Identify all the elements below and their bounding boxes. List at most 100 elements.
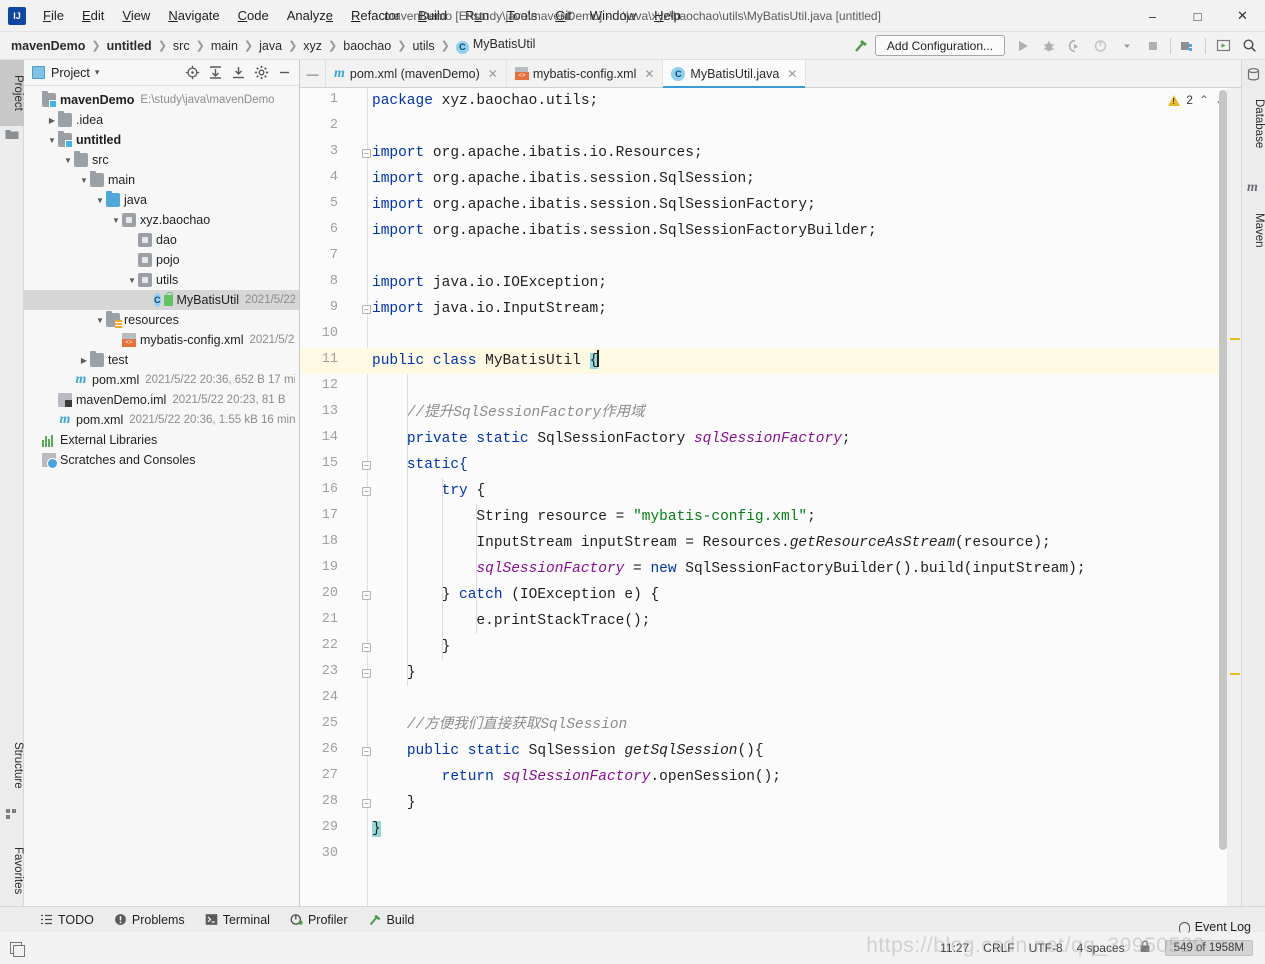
inspection-marker-strip[interactable]: [1227, 88, 1241, 910]
tree-node-pom1[interactable]: m pom.xml 2021/5/22 20:36, 652 B 17 minute…: [24, 370, 299, 390]
breadcrumb-untitled[interactable]: untitled: [104, 37, 155, 55]
sidebar-item-favorites[interactable]: Favorites: [0, 832, 24, 910]
close-icon[interactable]: ✕: [644, 67, 654, 81]
menu-build[interactable]: Build: [409, 4, 456, 27]
close-icon[interactable]: ✕: [488, 67, 498, 81]
tree-node-utils[interactable]: ▼ utils: [24, 270, 299, 290]
marker-warning[interactable]: [1230, 673, 1240, 675]
expand-arrow-icon[interactable]: ▼: [110, 216, 122, 225]
expand-all-icon[interactable]: [204, 62, 226, 84]
tree-node-mybatisconfig[interactable]: mybatis-config.xml 2021/5/22 20:47, 905: [24, 330, 299, 350]
debug-icon[interactable]: [1037, 35, 1061, 57]
breadcrumb-main[interactable]: main: [208, 37, 241, 55]
tree-node-extlibs[interactable]: External Libraries: [24, 430, 299, 450]
hide-panel-icon[interactable]: [273, 62, 295, 84]
close-button[interactable]: ✕: [1220, 0, 1265, 32]
build-hammer-icon[interactable]: [849, 35, 873, 57]
tree-node-java[interactable]: ▼ java: [24, 190, 299, 210]
editor-gutter[interactable]: 1 2 3−4 5 6 7 8 9−10 11 12 13 14 15−16−17 18 19 20−21 22…: [300, 88, 371, 910]
tree-node-untitled[interactable]: ▼ untitled: [24, 130, 299, 150]
tree-node-test[interactable]: ▶ test: [24, 350, 299, 370]
tree-node-pom2[interactable]: m pom.xml 2021/5/22 20:36, 1.55 kB 16 minu…: [24, 410, 299, 430]
code-text[interactable]: package xyz.baochao.utils; import org.apa…: [368, 88, 1241, 910]
tabs-collapse-icon[interactable]: —: [300, 60, 326, 87]
sidebar-item-maven[interactable]: Maven: [1241, 200, 1265, 260]
settings-gear-icon[interactable]: [250, 62, 272, 84]
minimize-button[interactable]: –: [1130, 0, 1175, 32]
chevron-down-icon[interactable]: ▾: [95, 67, 100, 78]
tab-mybatisutil-java[interactable]: C MyBatisUtil.java ✕: [663, 60, 807, 88]
sidebar-item-database[interactable]: Database: [1241, 86, 1265, 162]
code-editor[interactable]: 1 2 3−4 5 6 7 8 9−10 11 12 13 14 15−16−17 18 19 20−21 22…: [300, 88, 1241, 910]
search-icon[interactable]: [1237, 35, 1261, 57]
breadcrumb-MyBatisUtil[interactable]: C MyBatisUtil: [453, 35, 539, 56]
tool-window-problems[interactable]: Problems: [104, 910, 195, 930]
run-button[interactable]: [1011, 35, 1035, 57]
maximize-button[interactable]: □: [1175, 0, 1220, 32]
breadcrumb-mavenDemo[interactable]: mavenDemo: [8, 37, 88, 55]
profiler-icon[interactable]: [1089, 35, 1113, 57]
tree-node-main[interactable]: ▼ main: [24, 170, 299, 190]
editor-scrollbar[interactable]: [1219, 90, 1227, 850]
tree-node-scratches[interactable]: Scratches and Consoles: [24, 450, 299, 470]
memory-indicator[interactable]: 549 of 1958M: [1164, 940, 1253, 956]
expand-arrow-icon[interactable]: ▼: [126, 276, 138, 285]
tree-node-mybatisutil[interactable]: C MyBatisUtil 2021/5/22 20:57, 900 B: [24, 290, 299, 310]
menu-file[interactable]: File: [34, 4, 73, 27]
menu-navigate[interactable]: Navigate: [159, 4, 228, 27]
menu-run[interactable]: Run: [456, 4, 498, 27]
breadcrumb-baochao[interactable]: baochao: [340, 37, 394, 55]
menu-code[interactable]: Code: [229, 4, 278, 27]
tree-node-xyzbaochao[interactable]: ▼ xyz.baochao: [24, 210, 299, 230]
tab-pom-xml[interactable]: m pom.xml (mavenDemo) ✕: [326, 60, 507, 87]
tree-node-src[interactable]: ▼ src: [24, 150, 299, 170]
breadcrumb-xyz[interactable]: xyz: [300, 37, 325, 55]
close-icon[interactable]: ✕: [787, 67, 797, 81]
menu-analyze[interactable]: Analyze: [278, 4, 342, 27]
event-log-button[interactable]: Event Log: [1178, 920, 1251, 934]
expand-arrow-icon[interactable]: ▼: [94, 196, 106, 205]
toggle-toolwindows-icon[interactable]: [10, 942, 25, 957]
tree-node-iml[interactable]: mavenDemo.iml 2021/5/22 20:23, 81 B: [24, 390, 299, 410]
menu-view[interactable]: View: [113, 4, 159, 27]
menu-refactor[interactable]: Refactor: [342, 4, 409, 27]
status-line-separator[interactable]: CRLF: [983, 941, 1014, 955]
expand-arrow-icon[interactable]: ▼: [46, 136, 58, 145]
tree-node-dao[interactable]: dao: [24, 230, 299, 250]
menu-window[interactable]: Window: [581, 4, 645, 27]
sidebar-item-project[interactable]: Project: [0, 60, 24, 126]
expand-arrow-icon[interactable]: ▼: [94, 316, 106, 325]
profiler-dropdown-icon[interactable]: [1115, 35, 1139, 57]
menu-help[interactable]: Help: [645, 4, 690, 27]
marker-warning[interactable]: [1230, 338, 1240, 340]
tool-window-todo[interactable]: TODO: [30, 910, 104, 930]
run-anything-icon[interactable]: [1211, 35, 1235, 57]
lock-icon[interactable]: [1139, 940, 1151, 956]
tree-node-mavenDemo[interactable]: mavenDemo E:\study\java\mavenDemo: [24, 90, 299, 110]
locate-icon[interactable]: [181, 62, 203, 84]
menu-tools[interactable]: Tools: [498, 4, 546, 27]
add-configuration-button[interactable]: Add Configuration...: [874, 35, 1005, 56]
expand-arrow-icon[interactable]: ▼: [62, 156, 74, 165]
tree-node-idea[interactable]: ▶ .idea: [24, 110, 299, 130]
tool-window-terminal[interactable]: Terminal: [195, 910, 280, 930]
menu-git[interactable]: Git: [546, 4, 581, 27]
run-with-coverage-icon[interactable]: [1063, 35, 1087, 57]
collapse-arrow-icon[interactable]: ▶: [78, 356, 90, 365]
breadcrumb-java[interactable]: java: [256, 37, 285, 55]
stop-button[interactable]: [1141, 35, 1165, 57]
tab-mybatis-config-xml[interactable]: mybatis-config.xml ✕: [507, 60, 664, 87]
status-indent[interactable]: 4 spaces: [1077, 941, 1125, 955]
tool-window-profiler[interactable]: Profiler: [280, 910, 358, 930]
expand-arrow-icon[interactable]: ▼: [78, 176, 90, 185]
tree-node-pojo[interactable]: pojo: [24, 250, 299, 270]
tool-window-build[interactable]: Build: [358, 910, 425, 930]
breadcrumb-src[interactable]: src: [170, 37, 193, 55]
sidebar-item-structure[interactable]: Structure: [0, 725, 24, 805]
collapse-arrow-icon[interactable]: ▶: [46, 116, 58, 125]
project-structure-icon[interactable]: [1176, 35, 1200, 57]
tree-node-resources[interactable]: ▼ resources: [24, 310, 299, 330]
collapse-all-icon[interactable]: [227, 62, 249, 84]
breadcrumb-utils[interactable]: utils: [409, 37, 437, 55]
prev-problem-icon[interactable]: ⌃: [1199, 93, 1209, 107]
